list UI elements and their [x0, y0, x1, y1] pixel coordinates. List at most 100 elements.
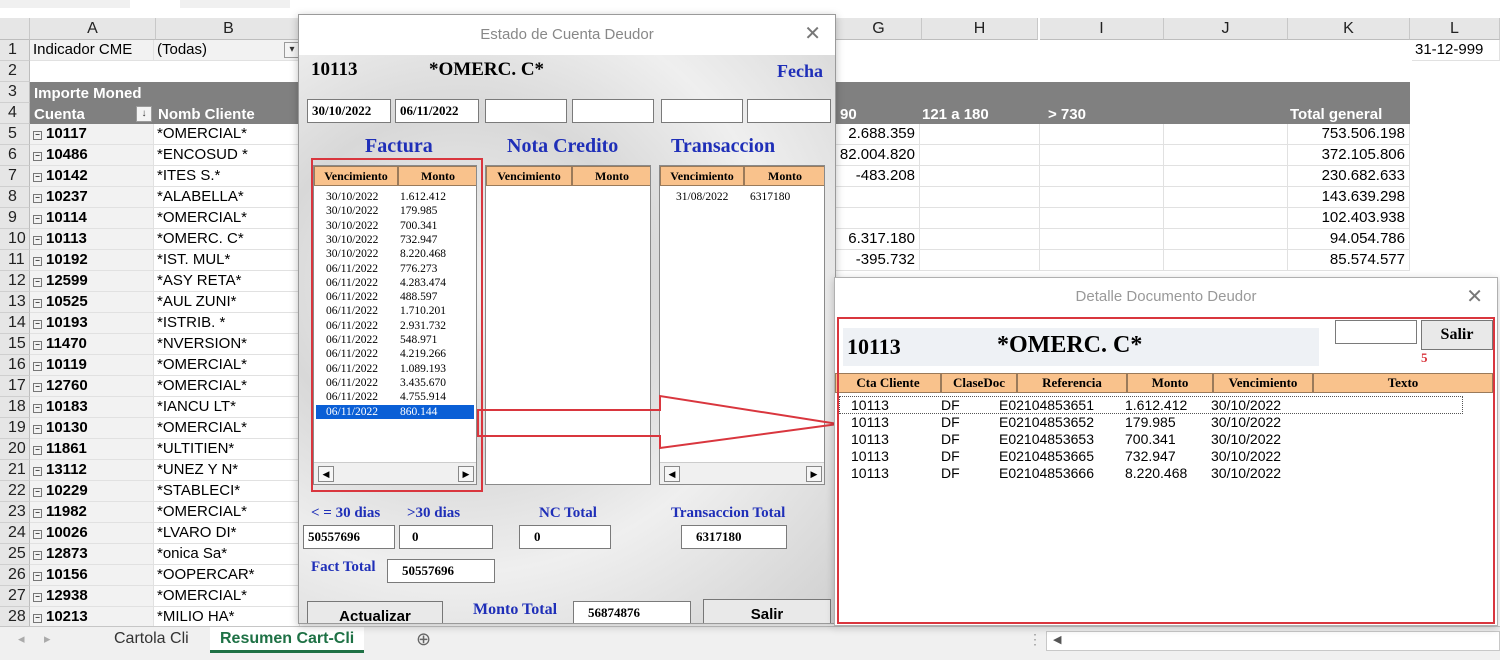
nombre-cell[interactable]: *NVERSION*	[154, 334, 300, 355]
empty-cell[interactable]	[1040, 229, 1164, 250]
row-header[interactable]: 10	[0, 229, 30, 250]
row-header[interactable]: 12	[0, 271, 30, 292]
collapse-icon[interactable]: −	[33, 572, 42, 581]
cuenta-filter-button[interactable]: ↓	[136, 106, 152, 122]
nombre-cell[interactable]: *ENCOSUD *	[154, 145, 300, 166]
cuenta-cell[interactable]: −10525	[30, 292, 154, 313]
collapse-icon[interactable]: −	[33, 446, 42, 455]
nombre-cell[interactable]: *OMERCIAL*	[154, 208, 300, 229]
g-cell[interactable]: -395.732	[836, 250, 920, 271]
empty-cell[interactable]	[920, 229, 1040, 250]
close-icon[interactable]: ✕	[1466, 286, 1483, 308]
collapse-icon[interactable]: −	[33, 467, 42, 476]
empty-cell[interactable]	[1164, 124, 1288, 145]
empty-cell[interactable]	[920, 124, 1040, 145]
cuenta-cell[interactable]: −10026	[30, 523, 154, 544]
nombre-cell[interactable]: *OMERCIAL*	[154, 418, 300, 439]
select-all-corner[interactable]	[0, 18, 30, 40]
column-header[interactable]: L	[1410, 18, 1500, 40]
collapse-icon[interactable]: −	[33, 509, 42, 518]
monto-total-value[interactable]: 56874876	[573, 601, 691, 623]
row-header[interactable]: 24	[0, 523, 30, 544]
close-icon[interactable]: ✕	[804, 23, 821, 45]
cuenta-cell[interactable]: −10119	[30, 355, 154, 376]
nombre-cell[interactable]: *OMERCIAL*	[154, 502, 300, 523]
collapse-icon[interactable]: −	[33, 299, 42, 308]
row-header[interactable]: 5	[0, 124, 30, 145]
filter-label-cell[interactable]: Indicador CME	[30, 40, 154, 61]
total-cell[interactable]: 85.574.577	[1288, 250, 1410, 271]
g-cell[interactable]	[836, 187, 920, 208]
cuenta-cell[interactable]: −12938	[30, 586, 154, 607]
empty-cell[interactable]	[1040, 208, 1164, 229]
cuenta-cell[interactable]: −10213	[30, 607, 154, 628]
collapse-icon[interactable]: −	[33, 341, 42, 350]
le30-value[interactable]: 50557696	[303, 525, 395, 549]
cuenta-cell[interactable]: −10114	[30, 208, 154, 229]
row-header[interactable]: 21	[0, 460, 30, 481]
filter-value-cell[interactable]: (Todas)	[154, 40, 300, 61]
collapse-icon[interactable]: −	[33, 551, 42, 560]
empty-cell[interactable]	[1164, 145, 1288, 166]
empty-cell[interactable]	[1164, 208, 1288, 229]
collapse-icon[interactable]: −	[33, 383, 42, 392]
empty-cell[interactable]	[920, 187, 1040, 208]
nombre-cell[interactable]: *IST. MUL*	[154, 250, 300, 271]
collapse-icon[interactable]: −	[33, 236, 42, 245]
cuenta-cell[interactable]: −10142	[30, 166, 154, 187]
nombre-cell[interactable]: *OOPERCAR*	[154, 565, 300, 586]
cuenta-cell[interactable]: −10130	[30, 418, 154, 439]
cuenta-cell[interactable]: −11982	[30, 502, 154, 523]
row-header[interactable]: 6	[0, 145, 30, 166]
nombre-cell[interactable]: *ASY RETA*	[154, 271, 300, 292]
empty-cell[interactable]	[1164, 229, 1288, 250]
tab-cartola-cli[interactable]: Cartola Cli	[104, 627, 199, 653]
empty-cell[interactable]	[920, 145, 1040, 166]
cuenta-cell[interactable]: −10229	[30, 481, 154, 502]
actualizar-button[interactable]: Actualizar	[307, 601, 443, 623]
empty-cell[interactable]	[1164, 250, 1288, 271]
transaccion-scrollbar[interactable]: ◀ ▶	[660, 462, 824, 484]
g-cell[interactable]	[836, 208, 920, 229]
cell-l1[interactable]: 31-12-999	[1412, 40, 1500, 61]
scroll-right-icon[interactable]: ▶	[806, 466, 822, 482]
g-cell[interactable]: 82.004.820	[836, 145, 920, 166]
collapse-icon[interactable]: −	[33, 488, 42, 497]
empty-cell[interactable]	[920, 208, 1040, 229]
row-header[interactable]: 16	[0, 355, 30, 376]
cuenta-cell[interactable]: −10192	[30, 250, 154, 271]
row-header[interactable]: 23	[0, 502, 30, 523]
row-header[interactable]: 14	[0, 313, 30, 334]
scroll-left-icon[interactable]: ◀	[664, 466, 680, 482]
row-header[interactable]: 7	[0, 166, 30, 187]
nombre-cell[interactable]: *onica Sa*	[154, 544, 300, 565]
horizontal-scrollbar[interactable]: ◀	[1046, 631, 1500, 651]
empty-cell[interactable]	[1040, 145, 1164, 166]
collapse-icon[interactable]: −	[33, 257, 42, 266]
collapse-icon[interactable]: −	[33, 320, 42, 329]
nombre-cell[interactable]: *UNEZ Y N*	[154, 460, 300, 481]
collapse-icon[interactable]: −	[33, 173, 42, 182]
nombre-cell[interactable]: *IANCU LT*	[154, 397, 300, 418]
row-header[interactable]: 13	[0, 292, 30, 313]
row-header[interactable]: 2	[0, 61, 30, 82]
collapse-icon[interactable]: −	[33, 131, 42, 140]
g-cell[interactable]: -483.208	[836, 166, 920, 187]
cuenta-cell[interactable]: −12873	[30, 544, 154, 565]
nombre-cell[interactable]: *OMERCIAL*	[154, 376, 300, 397]
empty-cell[interactable]	[920, 166, 1040, 187]
row-header[interactable]: 20	[0, 439, 30, 460]
cuenta-cell[interactable]: −10193	[30, 313, 154, 334]
total-cell[interactable]: 94.054.786	[1288, 229, 1410, 250]
cuenta-cell[interactable]: −11861	[30, 439, 154, 460]
salir-button[interactable]: Salir	[703, 599, 831, 623]
trans-date-from-input[interactable]	[661, 99, 743, 123]
empty-cell[interactable]	[1164, 187, 1288, 208]
row-header[interactable]: 27	[0, 586, 30, 607]
cuenta-cell[interactable]: −12599	[30, 271, 154, 292]
collapse-icon[interactable]: −	[33, 278, 42, 287]
scroll-left-arrow-icon[interactable]: ◀	[1053, 633, 1061, 646]
collapse-icon[interactable]: −	[33, 530, 42, 539]
nc-total-value[interactable]: 0	[519, 525, 611, 549]
column-header[interactable]: K	[1288, 18, 1410, 40]
